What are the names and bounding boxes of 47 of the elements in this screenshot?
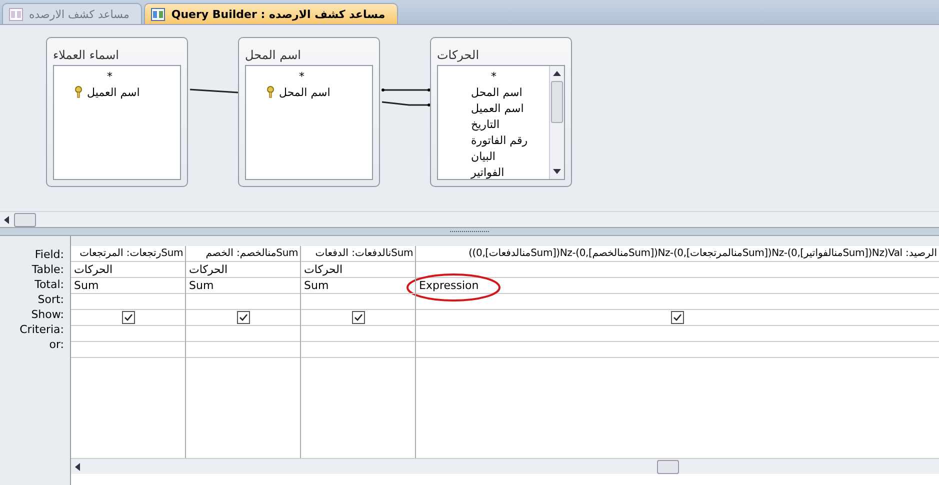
checkbox[interactable] <box>236 311 250 324</box>
checkbox[interactable] <box>671 311 684 324</box>
table-title: الحركات <box>437 47 480 64</box>
field-cell[interactable]: Sumنالدفعات: الدفعات <box>301 246 415 262</box>
row-label: Total: <box>34 277 65 292</box>
field-name[interactable]: * <box>107 70 112 82</box>
total-cell[interactable]: Expression <box>416 278 939 294</box>
row-label: or: <box>48 337 65 352</box>
join-line <box>381 87 431 93</box>
scroll-thumb[interactable] <box>657 460 679 474</box>
join-line <box>381 100 431 108</box>
total-cell[interactable]: Sum <box>71 278 185 294</box>
field-name[interactable]: اسم العميل <box>87 86 140 98</box>
scroll-thumb[interactable] <box>551 81 563 123</box>
scroll-thumb[interactable] <box>14 212 36 226</box>
table-title: اسم المحل <box>245 47 302 64</box>
table-cell[interactable]: الحركات <box>301 262 415 278</box>
table-title: اسماء العملاء <box>53 47 120 64</box>
field-cell[interactable]: Sumرتجعات: المرتجعات <box>71 246 185 262</box>
checkbox[interactable] <box>122 311 134 324</box>
total-cell[interactable]: Sum <box>186 278 300 294</box>
vertical-scrollbar[interactable] <box>549 66 564 179</box>
row-label: Show: <box>30 307 65 322</box>
field-name[interactable]: * <box>299 70 304 82</box>
field-name[interactable]: رقم الفاتورة <box>471 134 528 146</box>
field-name[interactable]: اسم المحل <box>471 86 522 98</box>
query-icon <box>151 8 166 20</box>
table-cell[interactable]: الحركات <box>186 262 300 278</box>
document-tab[interactable]: Query Builder : مساعد كشف الارصده <box>144 3 398 24</box>
field-cell[interactable]: الرصيد: Val(Nz([Sumمنالفواتير],0)-Nz([Sumمنالمرتجعات],0)-Nz([Sumمنالخصم],0)-Nz([Sumمنالدفعات],0)) <box>416 246 939 262</box>
query-icon <box>9 8 23 20</box>
splitter-grip[interactable] <box>450 230 490 233</box>
field-cell[interactable]: Sumمنالخصم: الخصم <box>186 246 300 262</box>
field-name[interactable]: التاريخ <box>471 118 500 130</box>
row-label: Criteria: <box>18 322 65 337</box>
checkbox[interactable] <box>352 311 364 324</box>
join-line <box>189 87 239 95</box>
field-name[interactable]: البيان <box>471 150 496 162</box>
field-name[interactable]: الفواتير <box>471 166 504 178</box>
row-label: Field: <box>34 247 65 262</box>
field-name[interactable]: اسم العميل <box>471 102 524 114</box>
table-cell[interactable]: الحركات <box>71 262 185 278</box>
row-label: Sort: <box>36 292 65 307</box>
field-name[interactable]: * <box>491 70 496 82</box>
row-label: Table: <box>30 262 65 277</box>
field-name[interactable]: اسم المحل <box>279 86 330 98</box>
total-cell[interactable]: Sum <box>301 278 415 294</box>
